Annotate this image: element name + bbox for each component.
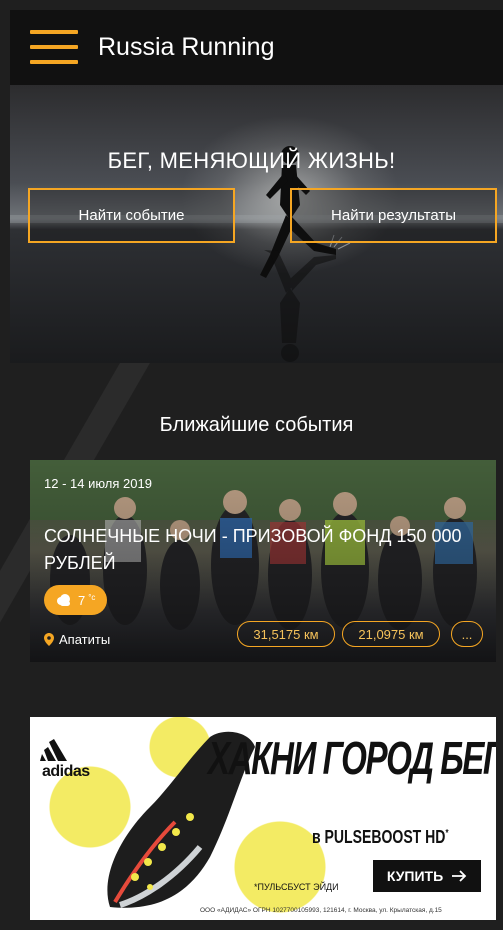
app-title: Russia Running xyxy=(98,33,275,61)
distance-chip[interactable]: 21,0975 км xyxy=(342,621,440,647)
distance-chip[interactable]: 31,5175 км xyxy=(237,621,335,647)
hero-headline: БЕГ, МЕНЯЮЩИЙ ЖИЗНЬ! xyxy=(107,148,396,173)
hero-banner: БЕГ, МЕНЯЮЩИЙ ЖИЗНЬ! Найти событие Найти… xyxy=(10,85,503,363)
section-title-upcoming: Ближайшие события xyxy=(159,414,354,436)
ad-headline: ХАКНИ ГОРОД БЕГОМ xyxy=(208,732,496,784)
event-location-label: Апатиты xyxy=(59,632,111,647)
find-event-button[interactable]: Найти событие xyxy=(28,188,235,243)
weather-temperature: 7 xyxy=(78,592,86,608)
event-location: Апатиты xyxy=(44,632,110,647)
menu-icon[interactable] xyxy=(30,30,78,64)
arrow-right-icon xyxy=(452,870,467,882)
ad-subline: в PULSEBOOST HD* xyxy=(312,827,449,847)
adidas-ad-banner[interactable]: adidas ХАКНИ ГОРОД БЕГОМ в PULSEBOOST HD… xyxy=(30,717,496,920)
event-card[interactable]: 12 - 14 июля 2019 СОЛНЕЧНЫЕ НОЧИ - ПРИЗО… xyxy=(30,460,496,662)
weather-unit: °c xyxy=(88,592,96,602)
ad-note: *ПУЛЬСБУСТ ЭЙДИ xyxy=(254,882,339,892)
location-pin-icon xyxy=(44,633,54,646)
app-bar: Russia Running xyxy=(10,10,503,85)
weather-badge: 7 °c xyxy=(44,585,108,615)
find-results-button[interactable]: Найти результаты xyxy=(290,188,497,243)
adidas-logo-icon xyxy=(40,739,67,761)
ad-buy-button[interactable]: КУПИТЬ xyxy=(373,860,481,892)
event-date: 12 - 14 июля 2019 xyxy=(44,476,152,491)
adidas-brand: adidas xyxy=(42,763,90,780)
more-distances-button[interactable]: ... xyxy=(451,621,483,647)
event-title[interactable]: СОЛНЕЧНЫЕ НОЧИ - ПРИЗОВОЙ ФОНД 150 000 Р… xyxy=(44,523,484,577)
cloud-sun-icon xyxy=(57,594,70,606)
ad-legal-text: ООО «АДИДАС» ОГРН 1027700105993, 121614,… xyxy=(200,907,442,914)
